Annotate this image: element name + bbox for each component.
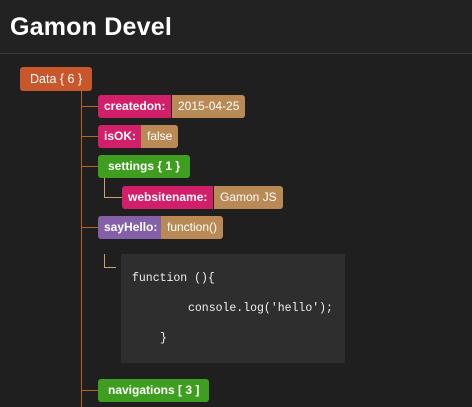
tree-connector: [81, 227, 98, 228]
tree-connector: [81, 91, 82, 407]
sayhello-value: function(): [161, 216, 224, 239]
isok-value: false: [141, 125, 179, 148]
code-line: function (){: [132, 272, 215, 285]
tree-connector: [104, 254, 105, 267]
tree-connector: [81, 390, 98, 391]
tree-connector: [104, 178, 105, 197]
tree-connector: [81, 106, 98, 107]
tree-connector: [81, 136, 98, 137]
settings-node[interactable]: settings { 1 }: [98, 155, 191, 178]
navigations-node[interactable]: navigations [ 3 ]: [98, 379, 210, 402]
tree-connector: [81, 166, 98, 167]
createdon-value: 2015-04-25: [172, 95, 246, 118]
websitename-value: Gamon JS: [214, 186, 283, 209]
code-line: console.log('hello');: [188, 302, 333, 315]
createdon-key[interactable]: createdon:: [98, 95, 172, 118]
function-code-block: function (){ console.log('hello'); }: [121, 254, 345, 363]
page-title: Gamon Devel: [10, 13, 172, 41]
websitename-key[interactable]: websitename:: [122, 186, 214, 209]
root-node[interactable]: Data { 6 }: [20, 67, 93, 91]
tree-connector: [104, 267, 116, 268]
isok-key[interactable]: isOK:: [98, 125, 143, 148]
page-header: Gamon Devel: [0, 0, 472, 54]
code-line: }: [160, 332, 167, 345]
sayhello-key[interactable]: sayHello:: [98, 216, 164, 239]
tree-connector: [104, 197, 122, 198]
